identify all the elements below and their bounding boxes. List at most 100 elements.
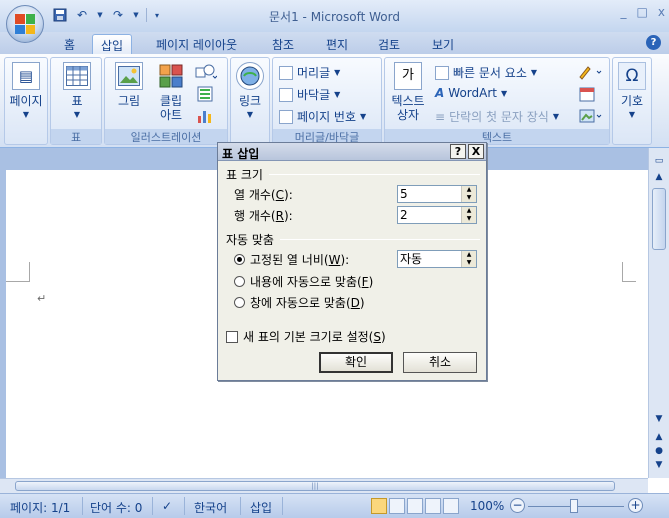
minimize-button[interactable]: _ — [621, 5, 627, 19]
outline-view-icon[interactable] — [425, 498, 441, 514]
draft-view-icon[interactable] — [443, 498, 459, 514]
table-button[interactable]: 표 ▼ — [59, 62, 95, 122]
dropcap-label: 단락의 첫 문자 장식 — [449, 110, 549, 124]
tab-page-layout[interactable]: 페이지 레이아웃 — [148, 34, 245, 54]
symbols-label: 기호 — [620, 94, 644, 108]
object-icon[interactable] — [579, 108, 603, 127]
status-separator — [240, 497, 241, 515]
tab-view[interactable]: 보기 — [424, 34, 462, 54]
zoom-level[interactable]: 100% — [470, 499, 504, 513]
group-header-footer: 머리글 ▼ 바닥글 ▼ 페이지 번호 ▼ 머리글/바닥글 — [272, 57, 382, 145]
autofit-contents-radio[interactable]: 내용에 자동으로 맞춤(F) — [234, 273, 373, 290]
table-size-section: 표 크기 — [226, 166, 480, 183]
columns-up-icon[interactable]: ▲ — [462, 186, 476, 194]
page-icon: ▤ — [12, 62, 40, 90]
tab-insert[interactable]: 삽입 — [92, 34, 133, 54]
symbols-button[interactable]: Ω 기호 ▼ — [615, 62, 649, 122]
autofit-window-radio[interactable]: 창에 자동으로 맞춤(D) — [234, 294, 365, 311]
rows-stepper[interactable]: 2 ▲ ▼ — [397, 206, 477, 224]
footer-icon — [279, 87, 293, 102]
chevron-down-icon: ▼ — [334, 90, 341, 99]
web-layout-view-icon[interactable] — [407, 498, 423, 514]
dialog-close-button[interactable]: X — [468, 144, 484, 159]
zoom-slider-thumb[interactable] — [570, 499, 578, 513]
scroll-up-icon[interactable]: ▲ — [652, 172, 666, 186]
browse-object-icon[interactable]: ● — [652, 446, 666, 460]
picture-label: 그림 — [117, 94, 141, 108]
window-title: 문서1 - Microsoft Word — [269, 10, 400, 24]
status-separator — [184, 497, 185, 515]
status-mode[interactable]: 삽입 — [250, 499, 272, 516]
fixed-width-down-icon[interactable]: ▼ — [462, 259, 476, 267]
page-number-button[interactable]: 페이지 번호 ▼ — [279, 108, 366, 125]
links-button[interactable]: 링크 ▼ — [233, 62, 267, 122]
dialog-help-button[interactable]: ? — [450, 144, 466, 159]
vertical-scrollbar[interactable]: ▭ ▲ ▼ ▲ ● ▼ — [648, 148, 669, 478]
tab-mailings[interactable]: 편지 — [318, 34, 356, 54]
horizontal-scrollbar[interactable]: ||| — [0, 478, 648, 493]
maximize-button[interactable]: □ — [637, 5, 648, 19]
status-words[interactable]: 단어 수: 0 — [90, 499, 142, 516]
status-language[interactable]: 한국어 — [194, 499, 227, 516]
cancel-button[interactable]: 취소 — [403, 352, 477, 373]
fixed-width-label: 고정된 열 너비(W): — [250, 253, 350, 267]
tab-references[interactable]: 참조 — [264, 34, 302, 54]
tab-home[interactable]: 홈 — [56, 34, 83, 54]
remember-dimensions-checkbox[interactable]: 새 표의 기본 크기로 설정(S) — [226, 328, 386, 345]
fixed-width-up-icon[interactable]: ▲ — [462, 251, 476, 259]
columns-label: 열 개수(C): — [234, 188, 293, 202]
previous-page-icon[interactable]: ▲ — [652, 432, 666, 446]
group-label-table: 표 — [51, 129, 101, 144]
vertical-scroll-thumb[interactable] — [652, 188, 666, 250]
group-table: 표 ▼ 표 — [50, 57, 102, 145]
autofit-heading: 자동 맞춤 — [226, 233, 274, 247]
pages-button[interactable]: ▤ 페이지 ▼ — [8, 62, 44, 122]
proofing-icon[interactable]: ✓ — [162, 499, 172, 513]
tab-review[interactable]: 검토 — [370, 34, 408, 54]
dialog-title-bar[interactable]: 표 삽입 ? X — [218, 143, 486, 161]
date-time-icon[interactable] — [579, 86, 595, 105]
picture-icon — [115, 62, 143, 90]
close-button[interactable]: x — [658, 5, 665, 19]
signature-line-icon[interactable] — [579, 64, 603, 83]
ruler-toggle-icon[interactable]: ▭ — [652, 156, 666, 170]
header-button[interactable]: 머리글 ▼ — [279, 64, 340, 81]
horizontal-scroll-thumb[interactable]: ||| — [15, 481, 615, 491]
full-screen-reading-view-icon[interactable] — [389, 498, 405, 514]
zoom-in-button[interactable]: + — [628, 498, 643, 513]
zoom-out-button[interactable]: − — [510, 498, 525, 513]
rows-value: 2 — [400, 208, 408, 222]
footer-button[interactable]: 바닥글 ▼ — [279, 86, 340, 103]
smartart-icon[interactable] — [197, 86, 213, 105]
fixed-width-stepper[interactable]: 자동 ▲ ▼ — [397, 250, 477, 268]
header-icon — [279, 65, 293, 80]
rows-down-icon[interactable]: ▼ — [462, 215, 476, 223]
chevron-down-icon: ▼ — [530, 68, 538, 77]
office-button[interactable] — [6, 5, 44, 43]
picture-button[interactable]: 그림 — [111, 62, 147, 108]
dropcap-button[interactable]: ≡ 단락의 첫 문자 장식 ▼ — [435, 108, 559, 125]
columns-stepper[interactable]: 5 ▲ ▼ — [397, 185, 477, 203]
chevron-down-icon: ▼ — [334, 68, 341, 77]
textbox-button[interactable]: 가 텍스트 상자 — [387, 62, 429, 122]
columns-down-icon[interactable]: ▼ — [462, 194, 476, 202]
print-layout-view-icon[interactable] — [371, 498, 387, 514]
quick-parts-button[interactable]: 빠른 문서 요소 ▼ — [435, 64, 537, 81]
status-page[interactable]: 페이지: 1/1 — [10, 499, 70, 516]
clipart-label-1: 클립 — [159, 94, 183, 108]
chart-icon[interactable] — [197, 108, 213, 127]
next-page-icon[interactable]: ▼ — [652, 460, 666, 474]
shapes-icon[interactable] — [195, 64, 218, 83]
autofit-window-label: 창에 자동으로 맞춤(D) — [250, 296, 365, 310]
help-icon[interactable]: ? — [646, 35, 661, 50]
paragraph-mark: ↵ — [37, 292, 47, 305]
ok-button[interactable]: 확인 — [319, 352, 393, 373]
textbox-label-1: 텍스트 — [391, 94, 425, 108]
scroll-down-icon[interactable]: ▼ — [652, 414, 666, 428]
group-text: 가 텍스트 상자 빠른 문서 요소 ▼ A WordArt ▼ ≡ 단락의 첫 … — [384, 57, 610, 145]
fixed-width-radio[interactable]: 고정된 열 너비(W): — [234, 251, 349, 268]
wordart-button[interactable]: A WordArt ▼ — [435, 86, 507, 100]
rows-up-icon[interactable]: ▲ — [462, 207, 476, 215]
clipart-button[interactable]: 클립 아트 — [153, 62, 189, 122]
links-label: 링크 — [238, 94, 262, 108]
